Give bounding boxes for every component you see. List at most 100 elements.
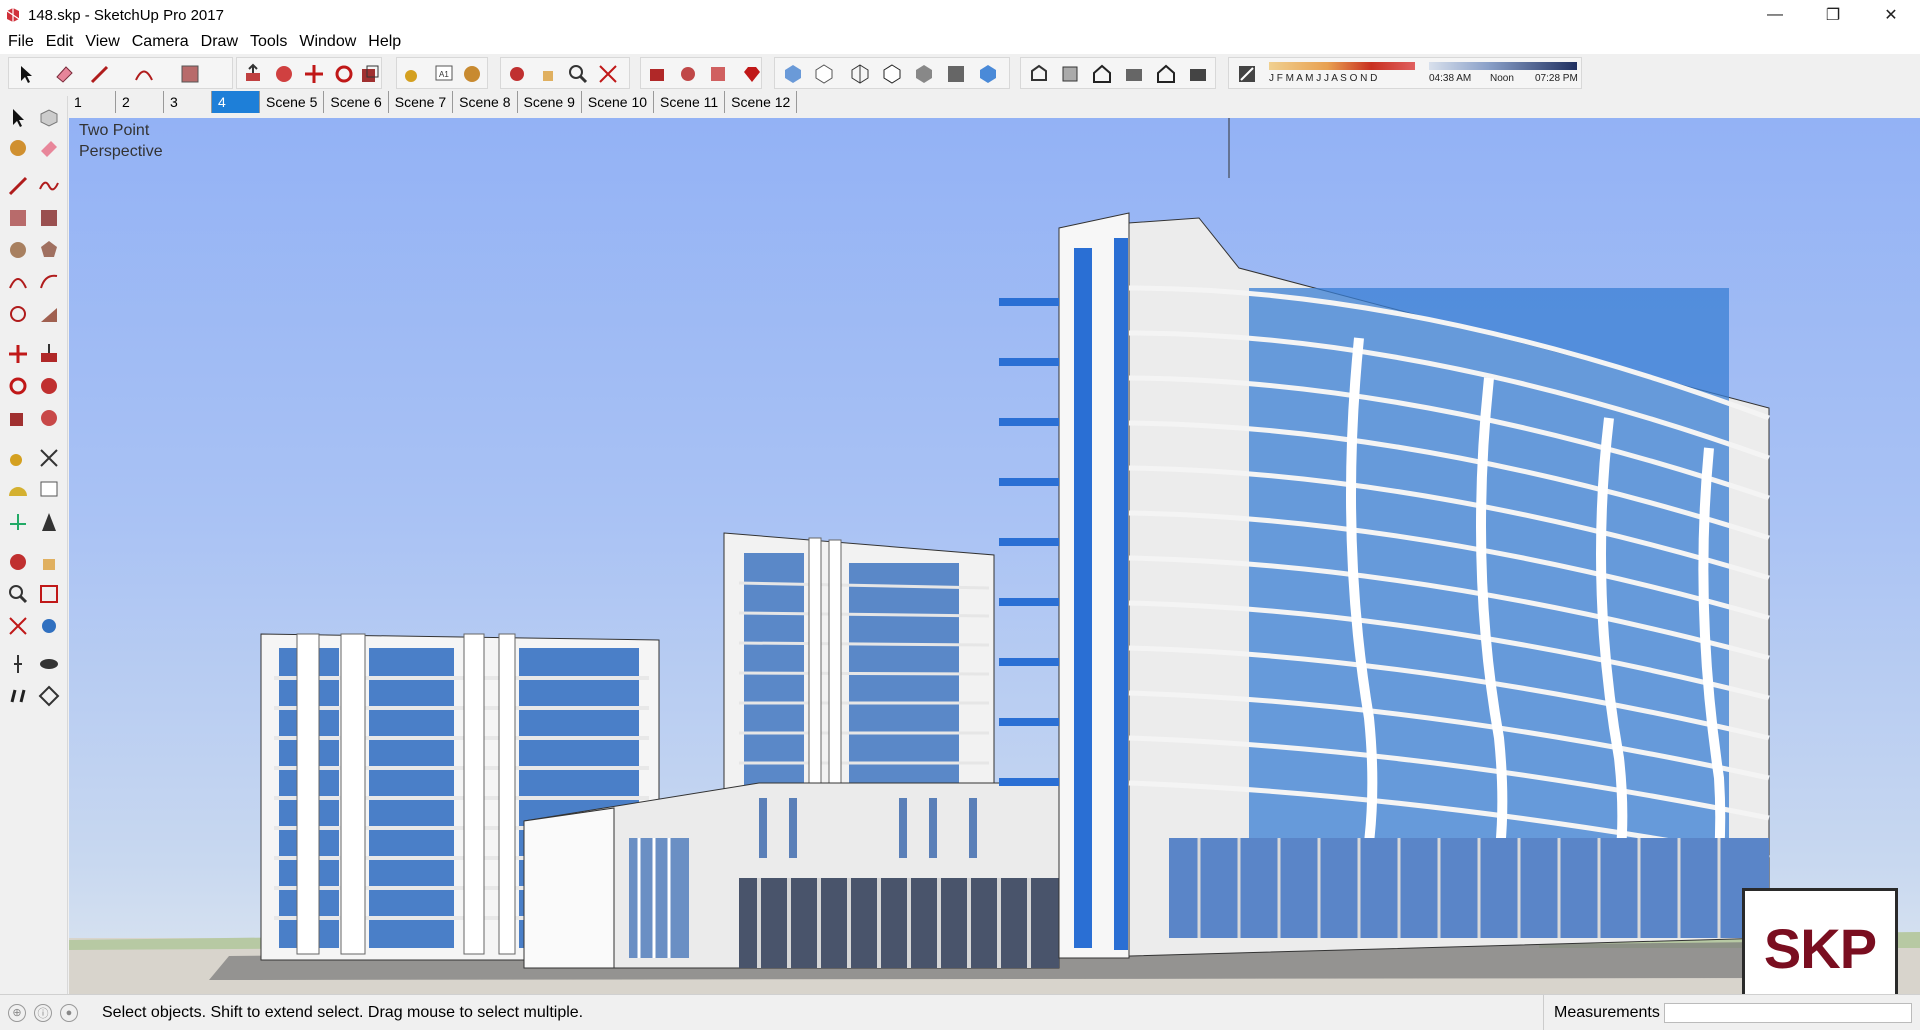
two-point-arc-icon[interactable] (37, 270, 61, 294)
scale-tool-icon[interactable] (359, 63, 381, 85)
line-icon[interactable] (6, 174, 30, 198)
eraser-tool-icon[interactable] (53, 63, 75, 85)
share-model-icon[interactable] (677, 63, 699, 85)
arc-icon[interactable] (6, 270, 30, 294)
text-icon[interactable] (37, 478, 61, 502)
text-tool-icon[interactable]: A1 (433, 63, 455, 85)
scale-icon[interactable] (6, 406, 30, 430)
freehand-icon[interactable] (37, 174, 61, 198)
user-account-icon[interactable]: ● (60, 1003, 78, 1022)
rectangle-icon[interactable] (6, 206, 30, 230)
right-view-icon[interactable] (1123, 63, 1145, 85)
close-button[interactable]: ✕ (1862, 0, 1920, 30)
menu-camera[interactable]: Camera (126, 33, 195, 51)
shadow-time-slider[interactable] (1429, 62, 1577, 70)
menu-file[interactable]: File (2, 33, 40, 51)
hidden-line-icon[interactable] (881, 63, 903, 85)
circle-icon[interactable] (6, 238, 30, 262)
back-view-icon[interactable] (1155, 63, 1177, 85)
push-pull-icon[interactable] (37, 342, 61, 366)
ruby-icon[interactable] (741, 63, 763, 85)
make-component-icon[interactable] (37, 106, 61, 130)
arc-tool-icon[interactable] (133, 63, 155, 85)
pan-icon[interactable] (537, 63, 559, 85)
orbit-icon[interactable] (506, 63, 528, 85)
shadow-month-slider[interactable] (1269, 62, 1415, 70)
menu-window[interactable]: Window (293, 33, 362, 51)
orbit-icon[interactable] (6, 550, 30, 574)
scene-tab-9[interactable]: Scene 9 (518, 91, 582, 113)
zoom-icon[interactable] (6, 582, 30, 606)
shadows-toggle-icon[interactable] (1236, 63, 1258, 85)
zoom-extents-icon[interactable] (597, 63, 619, 85)
look-around-icon[interactable] (37, 652, 61, 676)
rotate-icon[interactable] (6, 374, 30, 398)
scene-tab-10[interactable]: Scene 10 (582, 91, 655, 113)
3d-text-icon[interactable] (37, 510, 61, 534)
menu-edit[interactable]: Edit (40, 33, 80, 51)
scene-tab-7[interactable]: Scene 7 (389, 91, 454, 113)
rotate-tool-icon[interactable] (333, 63, 355, 85)
previous-view-icon[interactable] (37, 614, 61, 638)
left-view-icon[interactable] (1187, 63, 1209, 85)
scene-tab-6[interactable]: Scene 6 (324, 91, 389, 113)
scene-tab-8[interactable]: Scene 8 (453, 91, 518, 113)
offset-icon[interactable] (37, 406, 61, 430)
move-icon[interactable] (6, 342, 30, 366)
paint-bucket-icon[interactable] (461, 63, 483, 85)
menu-tools[interactable]: Tools (244, 33, 293, 51)
position-camera-icon[interactable] (6, 684, 30, 708)
menu-draw[interactable]: Draw (195, 33, 244, 51)
zoom-extents-icon[interactable] (6, 614, 30, 638)
minimize-button[interactable]: — (1746, 0, 1804, 30)
scene-tab-5[interactable]: Scene 5 (260, 91, 325, 113)
scene-tab-1[interactable]: 1 (68, 91, 116, 113)
protractor-icon[interactable] (6, 478, 30, 502)
top-view-icon[interactable] (1059, 63, 1081, 85)
polygon-icon[interactable] (37, 238, 61, 262)
shapes-tool-icon[interactable] (179, 63, 201, 85)
shaded-icon[interactable] (913, 63, 935, 85)
warehouse-icon[interactable] (646, 63, 668, 85)
push-pull-icon[interactable] (242, 63, 264, 85)
shaded-textures-icon[interactable] (945, 63, 967, 85)
geolocation-icon[interactable]: ⊕ (8, 1003, 26, 1022)
scene-tab-12[interactable]: Scene 12 (725, 91, 798, 113)
front-view-icon[interactable] (1091, 63, 1113, 85)
scene-tab-2[interactable]: 2 (116, 91, 164, 113)
paint-bucket-icon[interactable] (6, 136, 30, 160)
monochrome-icon[interactable] (977, 63, 999, 85)
credits-icon[interactable]: ⓘ (34, 1003, 52, 1022)
select-tool-icon[interactable] (15, 63, 37, 85)
three-point-arc-icon[interactable] (6, 302, 30, 326)
dimension-icon[interactable] (37, 446, 61, 470)
section-plane-icon[interactable] (37, 684, 61, 708)
pie-icon[interactable] (37, 302, 61, 326)
zoom-window-icon[interactable] (37, 582, 61, 606)
walk-icon[interactable] (6, 652, 30, 676)
select-icon[interactable] (6, 106, 30, 130)
follow-me-icon[interactable] (273, 63, 295, 85)
tape-measure-icon[interactable] (6, 446, 30, 470)
zoom-icon[interactable] (567, 63, 589, 85)
rotated-rectangle-icon[interactable] (37, 206, 61, 230)
pan-icon[interactable] (37, 550, 61, 574)
line-tool-icon[interactable] (89, 63, 111, 85)
iso-view-icon[interactable] (1028, 63, 1050, 85)
back-edges-icon[interactable] (813, 63, 835, 85)
scene-tab-3[interactable]: 3 (164, 91, 212, 113)
wireframe-icon[interactable] (849, 63, 871, 85)
extension-warehouse-icon[interactable] (707, 63, 729, 85)
menu-view[interactable]: View (79, 33, 125, 51)
xray-style-icon[interactable] (782, 63, 804, 85)
scene-tab-4[interactable]: 4 (212, 91, 260, 113)
restore-button[interactable]: ❐ (1804, 0, 1862, 30)
axes-icon[interactable] (6, 510, 30, 534)
menu-help[interactable]: Help (362, 33, 407, 51)
model-viewport[interactable]: Two Point Perspective SKP (69, 118, 1920, 994)
move-tool-icon[interactable] (303, 63, 325, 85)
follow-me-icon[interactable] (37, 374, 61, 398)
eraser-icon[interactable] (37, 136, 61, 160)
scene-tab-11[interactable]: Scene 11 (654, 91, 726, 113)
measurements-input[interactable] (1664, 1003, 1912, 1023)
